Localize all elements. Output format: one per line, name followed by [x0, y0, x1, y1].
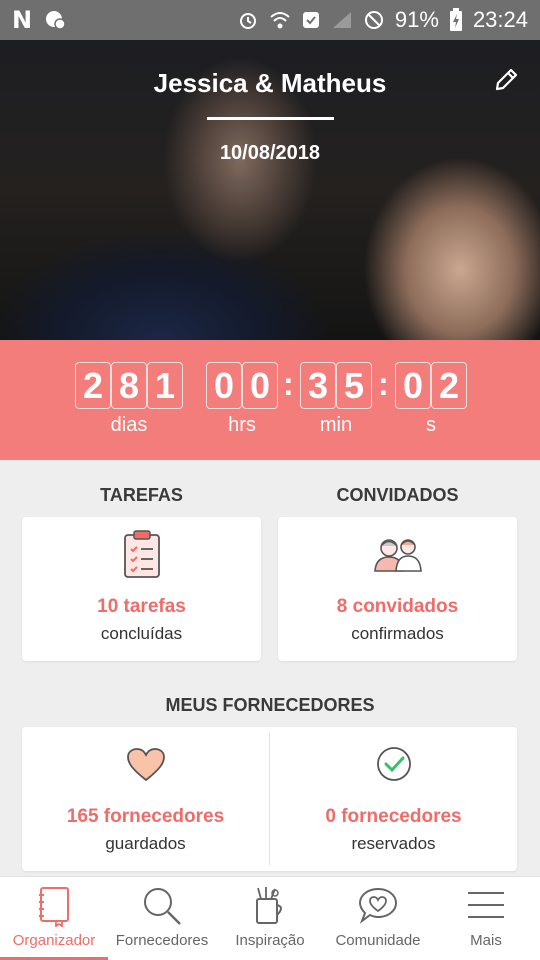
- nav-fornecedores[interactable]: Fornecedores: [108, 877, 216, 960]
- convidados-label: confirmados: [351, 624, 444, 643]
- tarefas-heading: TAREFAS: [100, 485, 183, 505]
- battery-percent: 91%: [394, 7, 439, 32]
- clock: 23:24: [472, 7, 528, 32]
- edit-pencil-icon[interactable]: [492, 66, 520, 94]
- nav-label: Organizador: [12, 932, 96, 949]
- tarefas-label: concluídas: [100, 624, 183, 643]
- nav-inspiracao[interactable]: Inspiração: [216, 877, 324, 960]
- countdown-second-digit: 0: [395, 362, 431, 409]
- nav-comunidade[interactable]: Comunidade: [324, 877, 432, 960]
- fornecedores-card: 165 fornecedores guardados 0 fornecedore…: [22, 727, 517, 871]
- battery-charging-icon: [449, 8, 463, 32]
- bottom-navigation: Organizador Fornecedores Inspiração Comu…: [0, 876, 540, 960]
- countdown-separator: :: [283, 366, 294, 402]
- countdown-minutes-label: min: [319, 414, 353, 436]
- couple-names: Jessica & Matheus: [153, 68, 387, 98]
- fornecedores-booked[interactable]: 0 fornecedores reservados: [270, 727, 517, 871]
- heart-icon: [126, 747, 166, 788]
- countdown-second-digit: 2: [431, 362, 467, 409]
- wedding-date: 10/08/2018: [219, 142, 321, 164]
- couple-photo-header: Jessica & Matheus 10/08/2018: [0, 40, 540, 340]
- convidados-card[interactable]: 8 convidados confirmados: [278, 517, 517, 661]
- tarefas-count: 10 tarefas: [97, 596, 186, 617]
- nfc-icon: [301, 10, 321, 30]
- chat-notification-icon: [44, 9, 66, 31]
- signal-icon: [331, 10, 353, 30]
- guests-couple-icon: [372, 535, 424, 578]
- menu-icon: [468, 892, 504, 918]
- nav-label: Fornecedores: [115, 932, 209, 949]
- no-sim-icon: [363, 9, 385, 31]
- tarefas-card[interactable]: 10 tarefas concluídas: [22, 517, 261, 661]
- wedding-countdown: 2 8 1 0 0 : 3 5 : 0 2 dias hrs min s: [0, 340, 540, 460]
- convidados-heading: CONVIDADOS: [336, 485, 459, 505]
- inspiration-icon: [256, 887, 282, 924]
- countdown-seconds-label: s: [426, 414, 436, 436]
- fornecedores-saved-label: guardados: [105, 834, 186, 853]
- clipboard-checklist-icon: [122, 529, 162, 584]
- countdown-day-digit: 8: [111, 362, 147, 409]
- countdown-hour-digit: 0: [206, 362, 242, 409]
- heart-chat-icon: [358, 887, 398, 924]
- fornecedores-booked-count: 0 fornecedores: [325, 806, 462, 827]
- notebook-icon: [39, 887, 69, 927]
- nav-label: Inspiração: [235, 932, 305, 949]
- fornecedores-saved-count: 165 fornecedores: [66, 806, 225, 827]
- countdown-hours-label: hrs: [228, 414, 256, 436]
- countdown-days-label: dias: [110, 414, 148, 436]
- check-circle-icon: [375, 745, 413, 788]
- nav-label: Mais: [470, 932, 502, 949]
- wifi-icon: [269, 9, 291, 31]
- countdown-minute-digit: 3: [300, 362, 336, 409]
- nav-label: Comunidade: [335, 932, 421, 949]
- fornecedores-heading: MEUS FORNECEDORES: [165, 695, 375, 715]
- alarm-icon: [237, 9, 259, 31]
- nav-mais[interactable]: Mais: [432, 877, 540, 960]
- countdown-day-digit: 1: [147, 362, 183, 409]
- countdown-separator: :: [378, 366, 389, 402]
- convidados-count: 8 convidados: [336, 596, 459, 617]
- fornecedores-saved[interactable]: 165 fornecedores guardados: [22, 727, 269, 871]
- countdown-day-digit: 2: [75, 362, 111, 409]
- status-bar: N 91% 23:24: [0, 0, 540, 40]
- nav-organizador[interactable]: Organizador: [0, 877, 108, 960]
- notification-n-icon: N: [12, 6, 33, 34]
- title-divider: [207, 117, 334, 120]
- search-icon: [144, 888, 181, 925]
- fornecedores-booked-label: reservados: [351, 834, 436, 853]
- countdown-minute-digit: 5: [336, 362, 372, 409]
- countdown-hour-digit: 0: [242, 362, 278, 409]
